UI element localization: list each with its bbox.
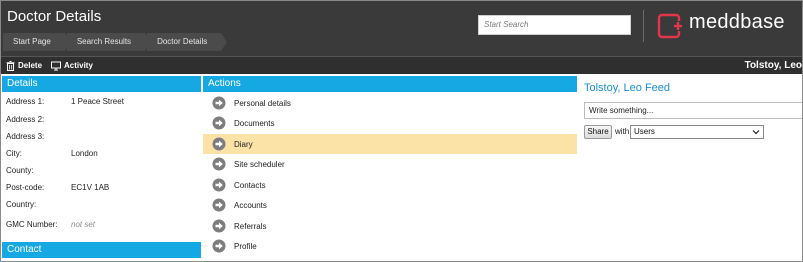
action-label: Diary [234, 139, 253, 149]
breadcrumb-start-page[interactable]: Start Page [3, 33, 71, 51]
arrow-right-circle-icon [212, 137, 226, 151]
detail-label: County: [6, 166, 34, 175]
action-documents[interactable]: Documents [203, 113, 577, 133]
detail-label: Address 1: [6, 97, 45, 106]
detail-value: London [71, 149, 98, 158]
arrow-right-circle-icon [212, 116, 226, 130]
breadcrumb: Start Page Search Results Doctor Details [3, 33, 228, 51]
arrow-right-circle-icon [212, 178, 226, 192]
header-divider [643, 10, 644, 42]
activity-button[interactable]: Activity [51, 57, 93, 75]
share-audience-select[interactable]: Users [630, 125, 764, 139]
current-record-name: Tolstoy, Leo [744, 60, 802, 71]
app-frame: Doctor Details Start Page Search Results… [0, 0, 803, 262]
action-label: Referrals [234, 221, 267, 231]
action-label: Contacts [234, 180, 266, 190]
action-label: Documents [234, 118, 275, 128]
detail-label: Country: [6, 200, 37, 209]
detail-label: City: [6, 149, 22, 158]
feed-title: Tolstoy, Leo Feed [584, 82, 671, 94]
trash-icon [6, 61, 15, 71]
breadcrumb-doctor-details[interactable]: Doctor Details [147, 33, 228, 51]
activity-label: Activity [64, 61, 93, 70]
action-label: Site scheduler [234, 159, 285, 169]
actions-heading: Actions [203, 76, 577, 92]
action-referrals[interactable]: Referrals [203, 216, 577, 236]
action-accounts[interactable]: Accounts [203, 195, 577, 215]
arrow-right-circle-icon [212, 198, 226, 212]
action-personal-details[interactable]: Personal details [203, 93, 577, 113]
delete-button[interactable]: Delete [6, 57, 42, 75]
action-label: Personal details [234, 98, 291, 108]
details-heading: Details [2, 76, 201, 92]
meddbase-logo-icon [657, 13, 683, 39]
logo-text: meddbase [689, 11, 785, 33]
page-title: Doctor Details [7, 8, 102, 25]
meddbase-logo[interactable]: meddbase [657, 11, 802, 41]
action-diary[interactable]: Diary [203, 134, 577, 154]
breadcrumb-search-results[interactable]: Search Results [66, 33, 152, 51]
detail-value: 1 Peace Street [71, 97, 124, 106]
detail-value: EC1V 1AB [71, 183, 110, 192]
action-site-scheduler[interactable]: Site scheduler [203, 154, 577, 174]
action-profile[interactable]: Profile [203, 236, 577, 256]
detail-label: Address 3: [6, 132, 45, 141]
detail-label: Address 2: [6, 115, 45, 124]
delete-label: Delete [18, 61, 43, 70]
share-button[interactable]: Share [584, 125, 612, 139]
monitor-icon [51, 61, 61, 71]
action-contacts[interactable]: Contacts [203, 175, 577, 195]
feed-post-input[interactable]: Write something... [584, 102, 802, 119]
contact-heading: Contact [2, 242, 201, 258]
detail-value: not set [71, 220, 96, 229]
arrow-right-circle-icon [212, 157, 226, 171]
chevron-down-icon [752, 130, 760, 135]
action-label: Accounts [234, 200, 267, 210]
arrow-right-circle-icon [212, 96, 226, 110]
detail-label: GMC Number: [6, 220, 58, 229]
arrow-right-circle-icon [212, 219, 226, 233]
share-audience-value: Users [634, 127, 655, 136]
action-label: Profile [234, 241, 257, 251]
toolbar: Delete Activity Tolstoy, Leo [1, 56, 802, 75]
detail-label: Post-code: [6, 183, 45, 192]
header-bar: Doctor Details Start Page Search Results… [1, 1, 802, 56]
share-with-label: with [615, 127, 630, 136]
search-input[interactable]: Start Search [478, 15, 631, 35]
arrow-right-circle-icon [212, 239, 226, 253]
